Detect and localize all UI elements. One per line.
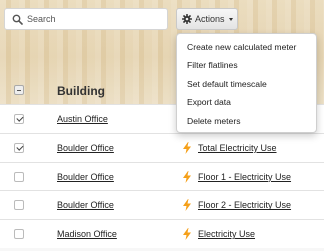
menu-item-set-default-timescale[interactable]: Set default timescale xyxy=(177,75,316,93)
meter-link[interactable]: Floor 1 - Electricity Use xyxy=(198,172,291,182)
column-header-building[interactable]: Building xyxy=(57,84,105,98)
caret-down-icon xyxy=(229,18,233,21)
menu-item-export-data[interactable]: Export data xyxy=(177,93,316,111)
table-row: Boulder Office Floor 1 - Electricity Use xyxy=(0,161,324,191)
building-link[interactable]: Boulder Office xyxy=(57,172,114,182)
search-input[interactable] xyxy=(27,12,157,26)
lightning-bolt-icon xyxy=(183,228,191,241)
lightning-bolt-icon xyxy=(183,199,191,212)
building-link[interactable]: Boulder Office xyxy=(57,143,114,153)
menu-item-create-calculated-meter[interactable]: Create new calculated meter xyxy=(177,38,316,56)
lightning-bolt-icon xyxy=(183,170,191,183)
actions-label: Actions xyxy=(195,14,225,24)
row-checkbox[interactable] xyxy=(14,229,24,240)
select-all-checkbox[interactable] xyxy=(14,85,24,95)
table-row: Boulder Office Floor 2 - Electricity Use xyxy=(0,190,324,220)
search-icon xyxy=(12,14,23,25)
row-checkbox[interactable] xyxy=(14,114,24,124)
lightning-bolt-icon xyxy=(183,141,191,154)
actions-dropdown-menu: Create new calculated meter Filter flatl… xyxy=(176,33,317,133)
building-link[interactable]: Madison Office xyxy=(57,229,117,239)
row-checkbox[interactable] xyxy=(14,142,24,153)
building-link[interactable]: Austin Office xyxy=(57,114,108,124)
gear-icon xyxy=(182,14,192,24)
menu-item-filter-flatlines[interactable]: Filter flatlines xyxy=(177,56,316,74)
menu-item-delete-meters[interactable]: Delete meters xyxy=(177,112,316,130)
row-checkbox[interactable] xyxy=(14,200,24,211)
building-link[interactable]: Boulder Office xyxy=(57,200,114,210)
meter-link[interactable]: Floor 2 - Electricity Use xyxy=(198,200,291,210)
table-row: Boulder Office Total Electricity Use xyxy=(0,132,324,162)
row-checkbox[interactable] xyxy=(14,171,24,182)
meter-link[interactable]: Total Electricity Use xyxy=(198,143,277,153)
meter-link[interactable]: Electricity Use xyxy=(198,229,255,239)
actions-button[interactable]: Actions xyxy=(176,8,238,30)
search-box[interactable] xyxy=(4,8,168,30)
table-row: Madison Office Electricity Use xyxy=(0,219,324,248)
